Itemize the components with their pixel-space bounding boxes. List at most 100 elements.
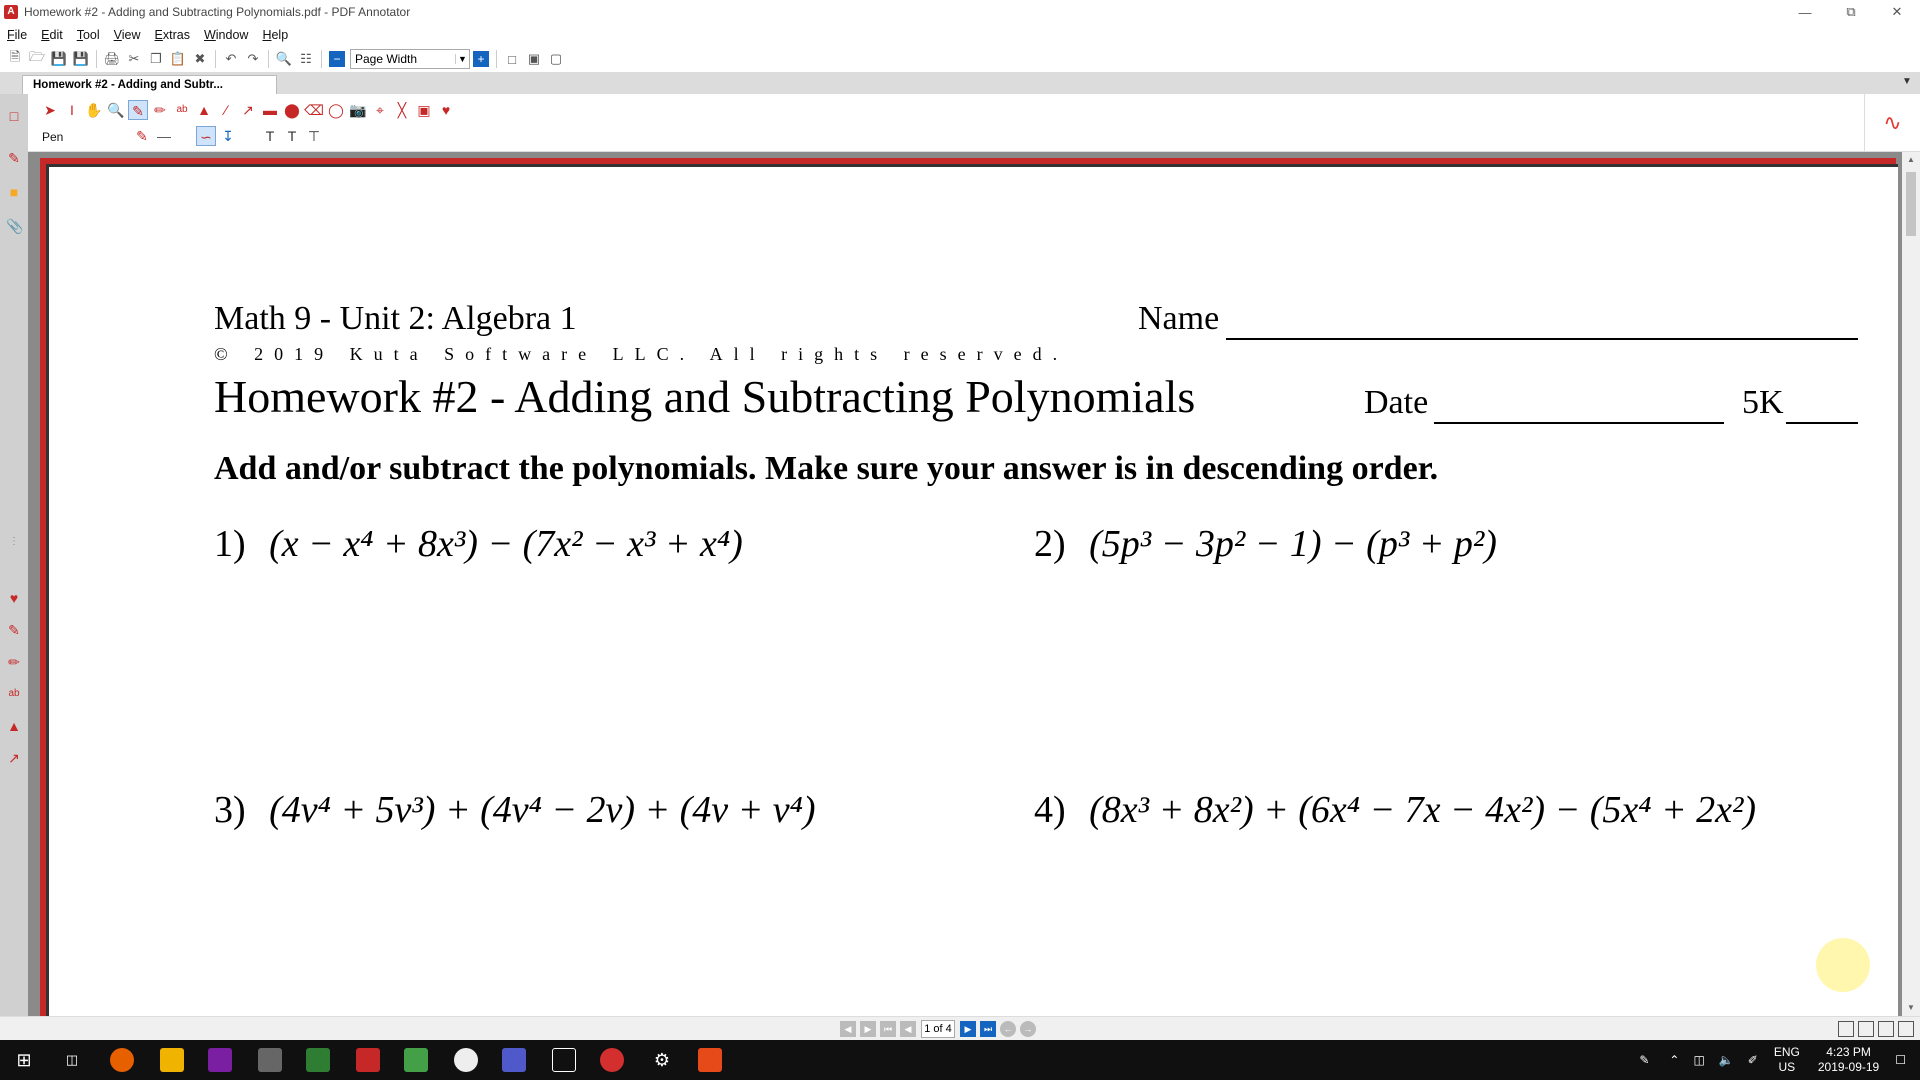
- minimize-button[interactable]: —: [1782, 0, 1828, 24]
- notifications-icon[interactable]: ☐: [1895, 1053, 1906, 1067]
- fit-page-icon[interactable]: ▣: [525, 50, 543, 68]
- ink-icon[interactable]: ✐: [1748, 1053, 1758, 1067]
- hand-icon[interactable]: ✋: [84, 100, 104, 120]
- undo-icon[interactable]: ↶: [222, 50, 240, 68]
- single-page-icon[interactable]: □: [503, 50, 521, 68]
- new-document-icon[interactable]: 🗎: [6, 49, 24, 68]
- document-view[interactable]: [28, 152, 1902, 1016]
- next-page-icon[interactable]: ▶: [960, 1021, 976, 1037]
- paste-icon[interactable]: 📋: [169, 50, 187, 68]
- zoom-in-icon[interactable]: +: [473, 51, 489, 67]
- menu-tool[interactable]: Tool: [70, 28, 107, 42]
- scrollbar-thumb[interactable]: [1906, 172, 1916, 236]
- start-icon[interactable]: ⊞: [12, 1048, 36, 1072]
- redo-icon[interactable]: ↷: [244, 50, 262, 68]
- highlighter-icon[interactable]: ✎: [6, 622, 22, 638]
- ellipse-tool-icon[interactable]: ⬤: [282, 100, 302, 120]
- copy-icon[interactable]: ❐: [147, 50, 165, 68]
- menu-extras[interactable]: Extras: [148, 28, 197, 42]
- history-forward-icon[interactable]: →: [1020, 1021, 1036, 1037]
- save-all-icon[interactable]: 💾: [72, 50, 90, 68]
- text-underline-icon[interactable]: T: [282, 126, 302, 146]
- camtasia-icon[interactable]: [404, 1048, 428, 1072]
- pen-tool-icon[interactable]: ✎: [128, 100, 148, 120]
- tab-list-icon[interactable]: ▼: [1902, 76, 1916, 90]
- ruler-tool-icon[interactable]: ╳: [392, 100, 412, 120]
- snipping-tool-icon[interactable]: [306, 1048, 330, 1072]
- settings-gear-icon[interactable]: ⚙: [650, 1048, 674, 1072]
- calculator-icon[interactable]: [258, 1048, 282, 1072]
- zoom-select[interactable]: Page Width ▼: [350, 49, 470, 69]
- continuous-view-icon[interactable]: [1858, 1021, 1874, 1037]
- page-forward-history-icon[interactable]: ▶: [860, 1021, 876, 1037]
- document-tab[interactable]: Homework #2 - Adding and Subtr...: [22, 75, 277, 94]
- two-page-continuous-view-icon[interactable]: [1898, 1021, 1914, 1037]
- crop-tool-icon[interactable]: ⌖: [370, 100, 390, 120]
- line-tool-icon[interactable]: ∕: [216, 100, 236, 120]
- last-page-icon[interactable]: ⏭: [980, 1021, 996, 1037]
- input-language[interactable]: ENG US: [1774, 1045, 1800, 1075]
- pdf-annotator-taskbar-icon[interactable]: [356, 1048, 380, 1072]
- rectangle-tool-icon[interactable]: ▬: [260, 100, 280, 120]
- restore-button[interactable]: ⧉: [1828, 0, 1874, 24]
- first-page-icon[interactable]: ⏮: [880, 1021, 896, 1037]
- page-indicator[interactable]: 1 of 4: [921, 1020, 955, 1038]
- attachments-icon[interactable]: 📎: [6, 218, 23, 234]
- text-select-icon[interactable]: I: [62, 100, 82, 120]
- favorites-tool-icon[interactable]: ♥: [436, 100, 456, 120]
- open-folder-icon[interactable]: 🗁: [28, 49, 46, 68]
- pdf-page[interactable]: [46, 164, 1898, 1016]
- pen-preview-icon[interactable]: ∿: [1864, 94, 1920, 152]
- pressure-icon[interactable]: ↧: [218, 126, 238, 146]
- menu-edit[interactable]: Edit: [34, 28, 70, 42]
- text-strike-icon[interactable]: ⊤: [304, 126, 324, 146]
- stamp-icon[interactable]: ▲: [6, 718, 22, 734]
- image-tool-icon[interactable]: ▣: [414, 100, 434, 120]
- menu-view[interactable]: View: [107, 28, 148, 42]
- show-hidden-icons-icon[interactable]: ⌃: [1669, 1053, 1679, 1067]
- lasso-tool-icon[interactable]: ◯: [326, 100, 346, 120]
- camera-tool-icon[interactable]: 📷: [348, 100, 368, 120]
- whiteboard-icon[interactable]: [552, 1048, 576, 1072]
- firefox-icon[interactable]: [110, 1048, 134, 1072]
- volume-icon[interactable]: 🔈: [1719, 1053, 1734, 1067]
- two-page-view-icon[interactable]: [1878, 1021, 1894, 1037]
- annotations-icon[interactable]: ✎: [6, 150, 22, 166]
- zoom-tool-icon[interactable]: 🔍: [106, 100, 126, 120]
- camtasia-recorder-icon[interactable]: [698, 1048, 722, 1072]
- menu-help[interactable]: Help: [255, 28, 295, 42]
- select-icon[interactable]: ➤: [40, 100, 60, 120]
- page-layout-icon[interactable]: ☷: [297, 50, 315, 68]
- find-icon[interactable]: 🔍: [275, 50, 293, 68]
- arrow-tool-icon[interactable]: ↗: [238, 100, 258, 120]
- task-view-icon[interactable]: ◫: [60, 1048, 84, 1072]
- highlighter-tool-icon[interactable]: ✏: [150, 100, 170, 120]
- onenote-icon[interactable]: [208, 1048, 232, 1072]
- pen-workspace-icon[interactable]: ✎: [1639, 1053, 1649, 1067]
- photos-icon[interactable]: [454, 1048, 478, 1072]
- pen-icon[interactable]: ✏: [6, 654, 22, 670]
- fullscreen-icon[interactable]: ▢: [547, 50, 565, 68]
- zoom-out-icon[interactable]: −: [329, 51, 345, 67]
- stamp-tool-icon[interactable]: ▲: [194, 100, 214, 120]
- textbox-tool-icon[interactable]: ab: [172, 100, 192, 120]
- page-back-history-icon[interactable]: ◀: [840, 1021, 856, 1037]
- smooth-line-icon[interactable]: ∽: [196, 126, 216, 146]
- arrow-icon[interactable]: ↗: [6, 750, 22, 766]
- vertical-scrollbar[interactable]: ▲ ▼: [1902, 152, 1920, 1016]
- scroll-down-icon[interactable]: ▼: [1902, 1000, 1920, 1016]
- page-thumbnails-icon[interactable]: □: [6, 108, 22, 124]
- menu-file[interactable]: File: [0, 28, 34, 42]
- file-explorer-icon[interactable]: [160, 1048, 184, 1072]
- favorites-icon[interactable]: ♥: [6, 590, 22, 606]
- teams-icon[interactable]: [502, 1048, 526, 1072]
- scroll-up-icon[interactable]: ▲: [1902, 152, 1920, 168]
- previous-page-icon[interactable]: ◀: [900, 1021, 916, 1037]
- text-box-icon[interactable]: ab: [6, 686, 22, 702]
- notes-icon[interactable]: ■: [6, 184, 22, 200]
- history-back-icon[interactable]: ←: [1000, 1021, 1016, 1037]
- save-icon[interactable]: 💾: [50, 50, 68, 68]
- eraser-tool-icon[interactable]: ⌫: [304, 100, 324, 120]
- clock[interactable]: 4:23 PM 2019-09-19: [1818, 1045, 1879, 1075]
- splitter-handle-icon[interactable]: ⋮: [6, 534, 22, 550]
